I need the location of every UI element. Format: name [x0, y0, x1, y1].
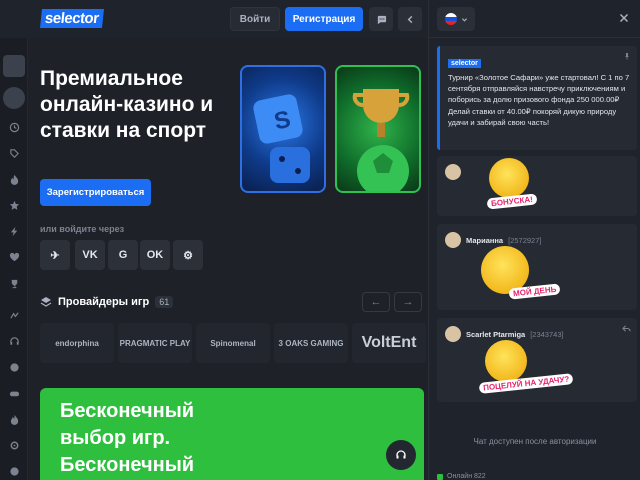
sticker-caption: БОНУСКА! [486, 193, 538, 210]
language-selector[interactable] [437, 7, 475, 31]
chat-user-id: [2572927] [508, 235, 542, 245]
sidebar-game-thumb-2[interactable] [3, 87, 25, 109]
promo-banner[interactable]: Бесконечный выбор игр. Бесконечный [40, 388, 424, 480]
online-status-icon [437, 473, 443, 480]
banner-text: Бесконечный выбор игр. Бесконечный [60, 400, 195, 476]
lightning-icon[interactable] [5, 222, 23, 240]
chat-message: Scarlet Ptarmiga [2343743] ПОЦЕЛУЙ НА УД… [437, 318, 637, 402]
site-logo[interactable]: selector [40, 8, 104, 28]
headset-icon [396, 450, 406, 459]
providers-next-button[interactable]: → [394, 292, 422, 312]
avatar [445, 232, 461, 248]
telegram-login-button[interactable]: ✈ [40, 240, 70, 270]
more-icon[interactable] [5, 462, 23, 480]
providers-prev-button[interactable]: ← [362, 292, 390, 312]
providers-header: Провайдеры игр 61 [40, 296, 174, 308]
hero-register-button[interactable]: Зарегистрироваться [40, 179, 151, 206]
odnoklassniki-login-button[interactable]: OK [140, 240, 170, 270]
promo-card-trophy[interactable] [335, 65, 421, 193]
chat-auth-note: Чат доступен после авторизации [473, 437, 597, 446]
arrow-right-icon: → [402, 296, 414, 308]
arrow-left-icon: ← [370, 296, 382, 308]
social-login-title: или войдите через [40, 224, 125, 234]
pinned-message: selector Турнир «Золотое Сафари» уже ста… [437, 46, 637, 150]
provider-3-oaks[interactable]: 3 OAKS GAMING [274, 323, 348, 363]
sport-icon[interactable] [5, 306, 23, 324]
chat-username: Марианна [466, 235, 504, 245]
chat-bubble-icon [377, 15, 386, 24]
odnoklassniki-icon: OK [146, 249, 164, 261]
promo-card-dice[interactable]: S [240, 65, 326, 193]
provider-spinomenal[interactable]: Spinomenal [196, 323, 270, 363]
register-button[interactable]: Регистрация [285, 7, 363, 31]
chat-username: Scarlet Ptarmiga [466, 329, 526, 339]
providers-stack-icon [40, 297, 52, 307]
provider-endorphina[interactable]: endorphina [40, 323, 114, 363]
ball-icon[interactable] [5, 358, 23, 376]
chat-message: БОНУСКА! [437, 156, 637, 216]
chat-user-id: [2343743] [530, 329, 564, 339]
top-bar: selector Войти Регистрация [0, 0, 428, 38]
chat-close-button[interactable] [619, 11, 629, 26]
provider-pragmatic-play[interactable]: PRAGMATIC PLAY [118, 323, 192, 363]
chat-toggle-button[interactable] [369, 7, 393, 31]
chat-message: Марианна [2572927] МОЙ ДЕНЬ [437, 224, 637, 310]
chevron-down-icon [461, 17, 467, 22]
chat-header [429, 0, 640, 38]
fire-icon[interactable] [5, 170, 23, 188]
provider-voltent[interactable]: VoltEnt [352, 323, 426, 363]
app-root: selector Войти Регистрация Премиальное о… [0, 0, 640, 480]
sticker-sunglasses [489, 158, 529, 198]
left-sidebar [0, 38, 28, 480]
vk-icon: VK [82, 249, 98, 261]
collapse-button[interactable] [398, 7, 422, 31]
pinned-brand: selector [448, 59, 481, 68]
pin-icon [623, 52, 631, 62]
logo-mark: selector [40, 8, 104, 28]
heart-icon[interactable] [5, 248, 23, 266]
flame-icon[interactable] [5, 410, 23, 428]
providers-title: Провайдеры игр [58, 296, 150, 308]
chat-panel: selector Турнир «Золотое Сафари» уже ста… [428, 0, 640, 480]
reply-icon[interactable] [622, 324, 631, 335]
chat-message-header [445, 164, 471, 180]
telegram-icon: ✈ [50, 249, 60, 262]
pinned-text: Турнир «Золотое Сафари» уже стартовал! С… [448, 73, 630, 127]
chevron-left-icon [407, 15, 412, 23]
trophy-illustration [352, 89, 410, 191]
avatar [445, 326, 461, 342]
gear-icon[interactable] [5, 436, 23, 454]
controller-icon[interactable] [5, 384, 23, 402]
close-icon [619, 13, 629, 23]
avatar [445, 164, 461, 180]
steam-icon: ⚙ [183, 249, 193, 262]
star-icon[interactable] [5, 196, 23, 214]
tag-icon[interactable] [5, 144, 23, 162]
online-counter: Онлайн 822 [437, 473, 486, 480]
trophy-icon[interactable] [5, 274, 23, 292]
russia-flag-icon [444, 13, 457, 25]
chat-message-header: Марианна [2572927] [445, 232, 541, 248]
google-login-button[interactable]: G [108, 240, 138, 270]
providers-count-badge: 61 [155, 296, 174, 308]
main-content: Премиальное онлайн-казино и ставки на сп… [28, 38, 428, 480]
login-button[interactable]: Войти [230, 7, 280, 31]
headset-icon[interactable] [5, 332, 23, 350]
steam-login-button[interactable]: ⚙ [173, 240, 203, 270]
sticker-kiss [485, 340, 527, 382]
hero-title: Премиальное онлайн-казино и ставки на сп… [40, 67, 214, 142]
online-text: Онлайн 822 [447, 473, 486, 480]
vk-login-button[interactable]: VK [75, 240, 105, 270]
clock-icon[interactable] [5, 118, 23, 136]
support-button[interactable] [386, 440, 416, 470]
google-icon: G [118, 249, 128, 261]
dice-illustration: S [253, 94, 310, 183]
sidebar-game-thumb-1[interactable] [3, 55, 25, 77]
